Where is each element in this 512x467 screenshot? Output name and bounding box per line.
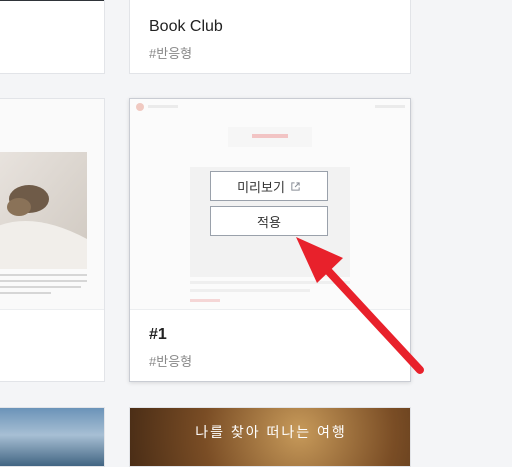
card-top-shadow (0, 0, 104, 1)
theme-card-travel[interactable]: 나를 찾아 떠나는 여행 (129, 407, 411, 467)
cat-photo (0, 152, 87, 294)
card-thumbnail (130, 99, 410, 309)
card-divider (0, 309, 104, 310)
apply-button-label: 적용 (257, 214, 281, 230)
card-tag: #반응형 (149, 354, 193, 369)
theme-card-left-middle[interactable] (0, 98, 105, 382)
apply-button[interactable]: 적용 (210, 206, 328, 236)
card-thumbnail (0, 408, 104, 466)
thumbnail-banner-text: 나를 찾아 떠나는 여행 (195, 424, 347, 440)
card-tag: #반응형 (149, 46, 193, 61)
theme-card-left-top[interactable] (0, 0, 105, 74)
external-link-icon (291, 181, 300, 191)
preview-button[interactable]: 미리보기 (210, 171, 328, 201)
preview-button-label: 미리보기 (237, 179, 285, 195)
theme-card-book-club[interactable]: Book Club #반응형 (129, 0, 411, 74)
card-divider (130, 309, 410, 310)
theme-preview-image (136, 103, 405, 302)
card-title: Book Club (149, 18, 223, 35)
card-thumbnail (0, 99, 104, 309)
theme-card-left-bottom[interactable] (0, 407, 105, 467)
card-title: #1 (149, 326, 167, 343)
theme-card-1[interactable]: 미리보기 적용 #1 #반응형 (129, 98, 411, 382)
card-thumbnail: 나를 찾아 떠나는 여행 (130, 408, 410, 466)
